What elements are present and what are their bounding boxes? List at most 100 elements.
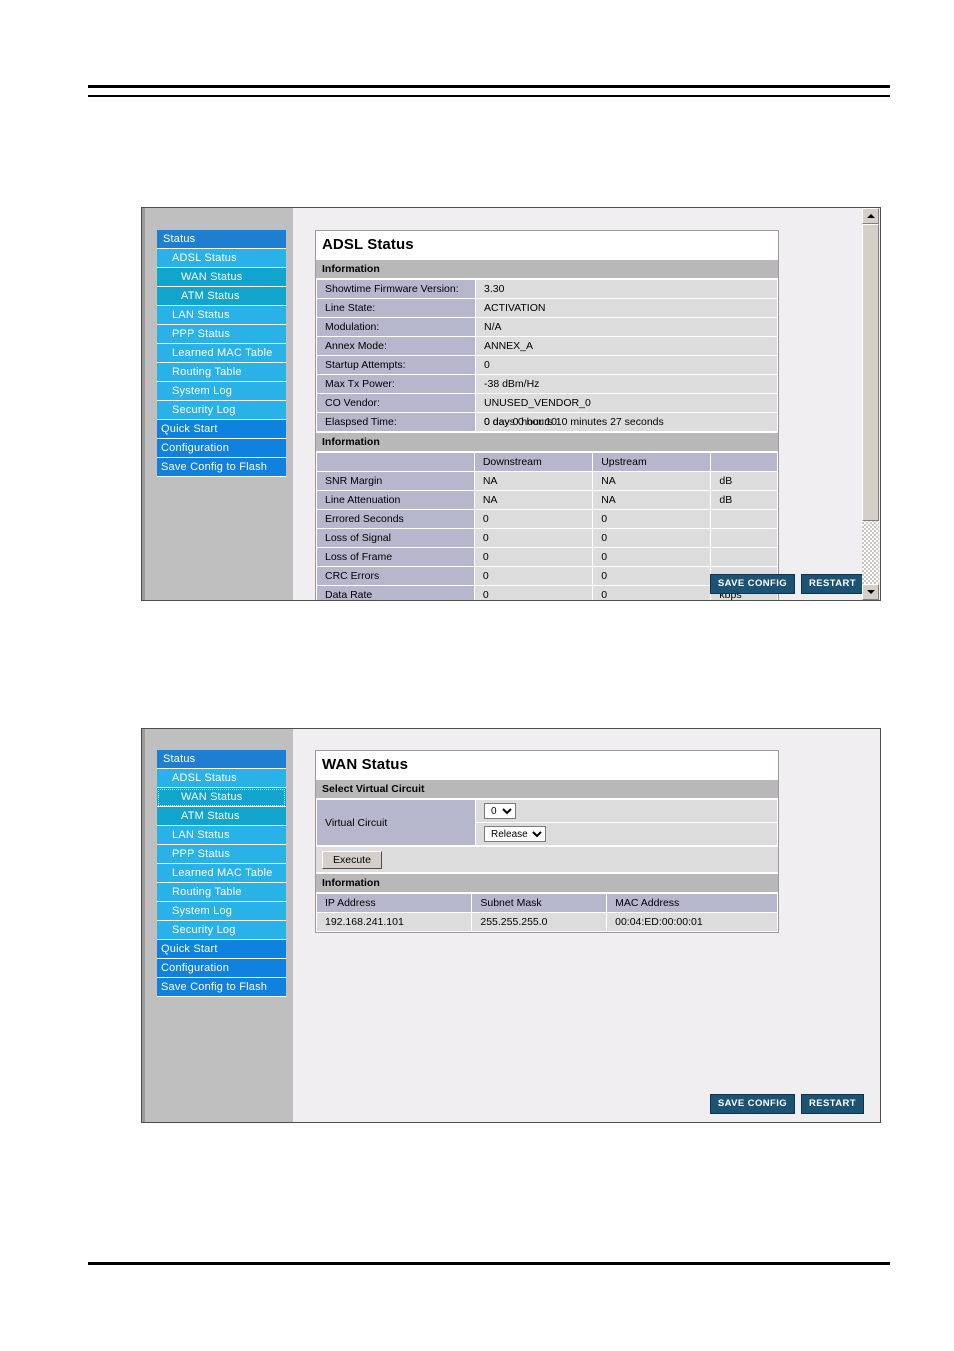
sidebar-item-learned-mac-table[interactable]: Learned MAC Table xyxy=(157,344,286,363)
sidebar-item-atm-status[interactable]: ATM Status xyxy=(157,287,286,306)
sidebar-item-label: ATM Status xyxy=(181,290,240,302)
sidebar-item-adsl-status[interactable]: ADSL Status xyxy=(157,249,286,268)
table-header-row: IP Address Subnet Mask MAC Address xyxy=(315,893,778,913)
row-label: Elaspsed Time: xyxy=(316,412,476,432)
adsl-status-card: ADSL Status Information Showtime Firmwar… xyxy=(315,230,779,600)
sidebar-item-configuration[interactable]: Configuration xyxy=(157,959,286,978)
table-row: Startup Attempts: 0 xyxy=(316,355,778,375)
row-upstream: NA xyxy=(592,490,712,510)
adsl-statistics-section-header: Information xyxy=(316,432,778,452)
table-row: Modulation: N/A xyxy=(316,317,778,337)
sidebar-item-status[interactable]: Status xyxy=(157,230,286,249)
table-row: Max Tx Power: -38 dBm/Hz xyxy=(316,374,778,394)
row-label: Data Rate xyxy=(316,585,475,600)
row-unit: dB xyxy=(710,490,778,510)
adsl-status-screenshot-panel: Status ADSL Status WAN Status ATM Status… xyxy=(141,207,881,601)
sidebar-item-label: Security Log xyxy=(172,404,236,416)
sidebar-item-lan-status[interactable]: LAN Status xyxy=(157,826,286,845)
sidebar-item-learned-mac-table[interactable]: Learned MAC Table xyxy=(157,864,286,883)
table-row: CRC Errors 0 0 xyxy=(316,566,778,586)
sidebar-item-security-log[interactable]: Security Log xyxy=(157,401,286,420)
sidebar-item-system-log[interactable]: System Log xyxy=(157,382,286,401)
sidebar-item-label: Quick Start xyxy=(161,423,218,435)
sidebar-item-wan-status[interactable]: WAN Status xyxy=(157,268,286,287)
sidebar-item-ppp-status[interactable]: PPP Status xyxy=(157,845,286,864)
elapsed-time-overlap: 0 days 0 hours 10 minutes 27 seconds 0 d… xyxy=(484,416,664,428)
sidebar-item-system-log[interactable]: System Log xyxy=(157,902,286,921)
save-config-button[interactable]: SAVE CONFIG xyxy=(709,574,796,594)
table-row: Loss of Signal 0 0 xyxy=(316,528,778,548)
sidebar-item-ppp-status[interactable]: PPP Status xyxy=(157,325,286,344)
row-label: Errored Seconds xyxy=(316,509,475,529)
restart-button[interactable]: RESTART xyxy=(801,1094,864,1114)
sidebar-item-label: LAN Status xyxy=(172,309,230,321)
sidebar-item-status[interactable]: Status xyxy=(157,750,286,769)
row-value: -38 dBm/Hz xyxy=(475,374,778,394)
cell-mac-address: 00:04:ED:00:00:01 xyxy=(606,912,778,932)
page-title: ADSL Status xyxy=(316,231,778,259)
sidebar-item-label: WAN Status xyxy=(181,271,243,283)
column-header-blank xyxy=(316,452,475,472)
sidebar-item-save-config-to-flash[interactable]: Save Config to Flash xyxy=(157,978,286,997)
table-row: Errored Seconds 0 0 xyxy=(316,509,778,529)
table-row: Data Rate 0 0 kbps xyxy=(316,585,778,600)
table-row: SNR Margin NA NA dB xyxy=(316,471,778,491)
table-row: Line Attenuation NA NA dB xyxy=(316,490,778,510)
save-config-button[interactable]: SAVE CONFIG xyxy=(709,1094,796,1114)
row-downstream: NA xyxy=(473,471,594,491)
cell-ip-address: 192.168.241.101 xyxy=(315,912,473,932)
sidebar-item-save-config-to-flash[interactable]: Save Config to Flash xyxy=(157,458,286,477)
scroll-down-arrow-icon[interactable] xyxy=(862,584,879,600)
wan-status-card: WAN Status Select Virtual Circuit Virtua… xyxy=(315,750,779,933)
adsl-action-bar: SAVE CONFIG RESTART xyxy=(709,574,864,594)
table-header-row: Downstream Upstream xyxy=(316,452,778,472)
scrollbar-thumb[interactable] xyxy=(862,224,879,521)
sidebar-item-label: Status xyxy=(163,753,196,765)
page-title: WAN Status xyxy=(316,751,778,779)
sidebar-item-lan-status[interactable]: LAN Status xyxy=(157,306,286,325)
column-header-unit xyxy=(710,452,778,472)
row-downstream: NA xyxy=(473,490,594,510)
scroll-up-arrow-icon[interactable] xyxy=(862,208,879,224)
sidebar-item-quick-start[interactable]: Quick Start xyxy=(157,420,286,439)
virtual-circuit-action-select[interactable]: Release xyxy=(484,826,546,842)
row-upstream: 0 xyxy=(592,528,712,548)
row-unit xyxy=(710,528,778,548)
row-label: Max Tx Power: xyxy=(316,374,476,394)
vertical-scrollbar[interactable] xyxy=(862,208,879,600)
table-row: Annex Mode: ANNEX_A xyxy=(316,336,778,356)
table-row: Loss of Frame 0 0 xyxy=(316,547,778,567)
row-label: Loss of Frame xyxy=(316,547,475,567)
table-row: CO Vendor: UNUSED_VENDOR_0 xyxy=(316,393,778,413)
virtual-circuit-number-cell: 0 xyxy=(475,799,778,823)
sidebar-item-label: Learned MAC Table xyxy=(172,867,273,879)
sidebar-item-label: Security Log xyxy=(172,924,236,936)
sidebar-navigation-wan: Status ADSL Status WAN Status ATM Status… xyxy=(145,729,293,1122)
cell-subnet-mask: 255.255.255.0 xyxy=(471,912,608,932)
table-row: 192.168.241.101 255.255.255.0 00:04:ED:0… xyxy=(315,912,778,932)
sidebar-item-wan-status[interactable]: WAN Status xyxy=(157,788,286,807)
execute-button[interactable]: Execute xyxy=(322,851,382,869)
sidebar-item-atm-status[interactable]: ATM Status xyxy=(157,807,286,826)
sidebar-item-label: Routing Table xyxy=(172,366,242,378)
sidebar-item-label: System Log xyxy=(172,385,233,397)
restart-button[interactable]: RESTART xyxy=(801,574,864,594)
row-unit: dB xyxy=(710,471,778,491)
column-header-mac-address: MAC Address xyxy=(606,893,778,913)
sidebar-navigation-adsl: Status ADSL Status WAN Status ATM Status… xyxy=(145,208,293,600)
row-label: CRC Errors xyxy=(316,566,475,586)
row-label: CO Vendor: xyxy=(316,393,476,413)
sidebar-item-label: Save Config to Flash xyxy=(161,981,268,993)
row-label: Line Attenuation xyxy=(316,490,475,510)
sidebar-item-security-log[interactable]: Security Log xyxy=(157,921,286,940)
sidebar-item-adsl-status[interactable]: ADSL Status xyxy=(157,769,286,788)
sidebar-item-label: System Log xyxy=(172,905,233,917)
sidebar-item-quick-start[interactable]: Quick Start xyxy=(157,940,286,959)
adsl-information-table: Showtime Firmware Version: 3.30 Line Sta… xyxy=(316,279,778,432)
sidebar-item-configuration[interactable]: Configuration xyxy=(157,439,286,458)
sidebar-item-routing-table[interactable]: Routing Table xyxy=(157,363,286,382)
column-header-subnet-mask: Subnet Mask xyxy=(471,893,608,913)
sidebar-item-routing-table[interactable]: Routing Table xyxy=(157,883,286,902)
virtual-circuit-select[interactable]: 0 xyxy=(484,803,516,819)
sidebar-item-label: Routing Table xyxy=(172,886,242,898)
